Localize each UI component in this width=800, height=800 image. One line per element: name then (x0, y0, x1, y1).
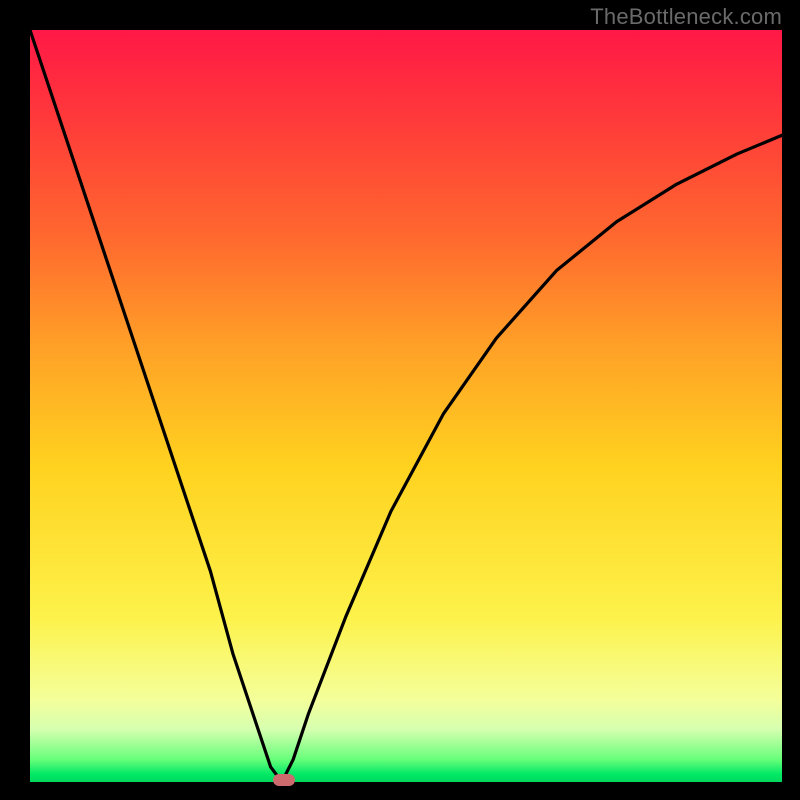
chart-frame: TheBottleneck.com (0, 0, 800, 800)
bottleneck-curve (30, 30, 782, 782)
plot-area (30, 30, 782, 782)
minimum-marker (273, 774, 295, 786)
watermark-text: TheBottleneck.com (590, 4, 782, 30)
